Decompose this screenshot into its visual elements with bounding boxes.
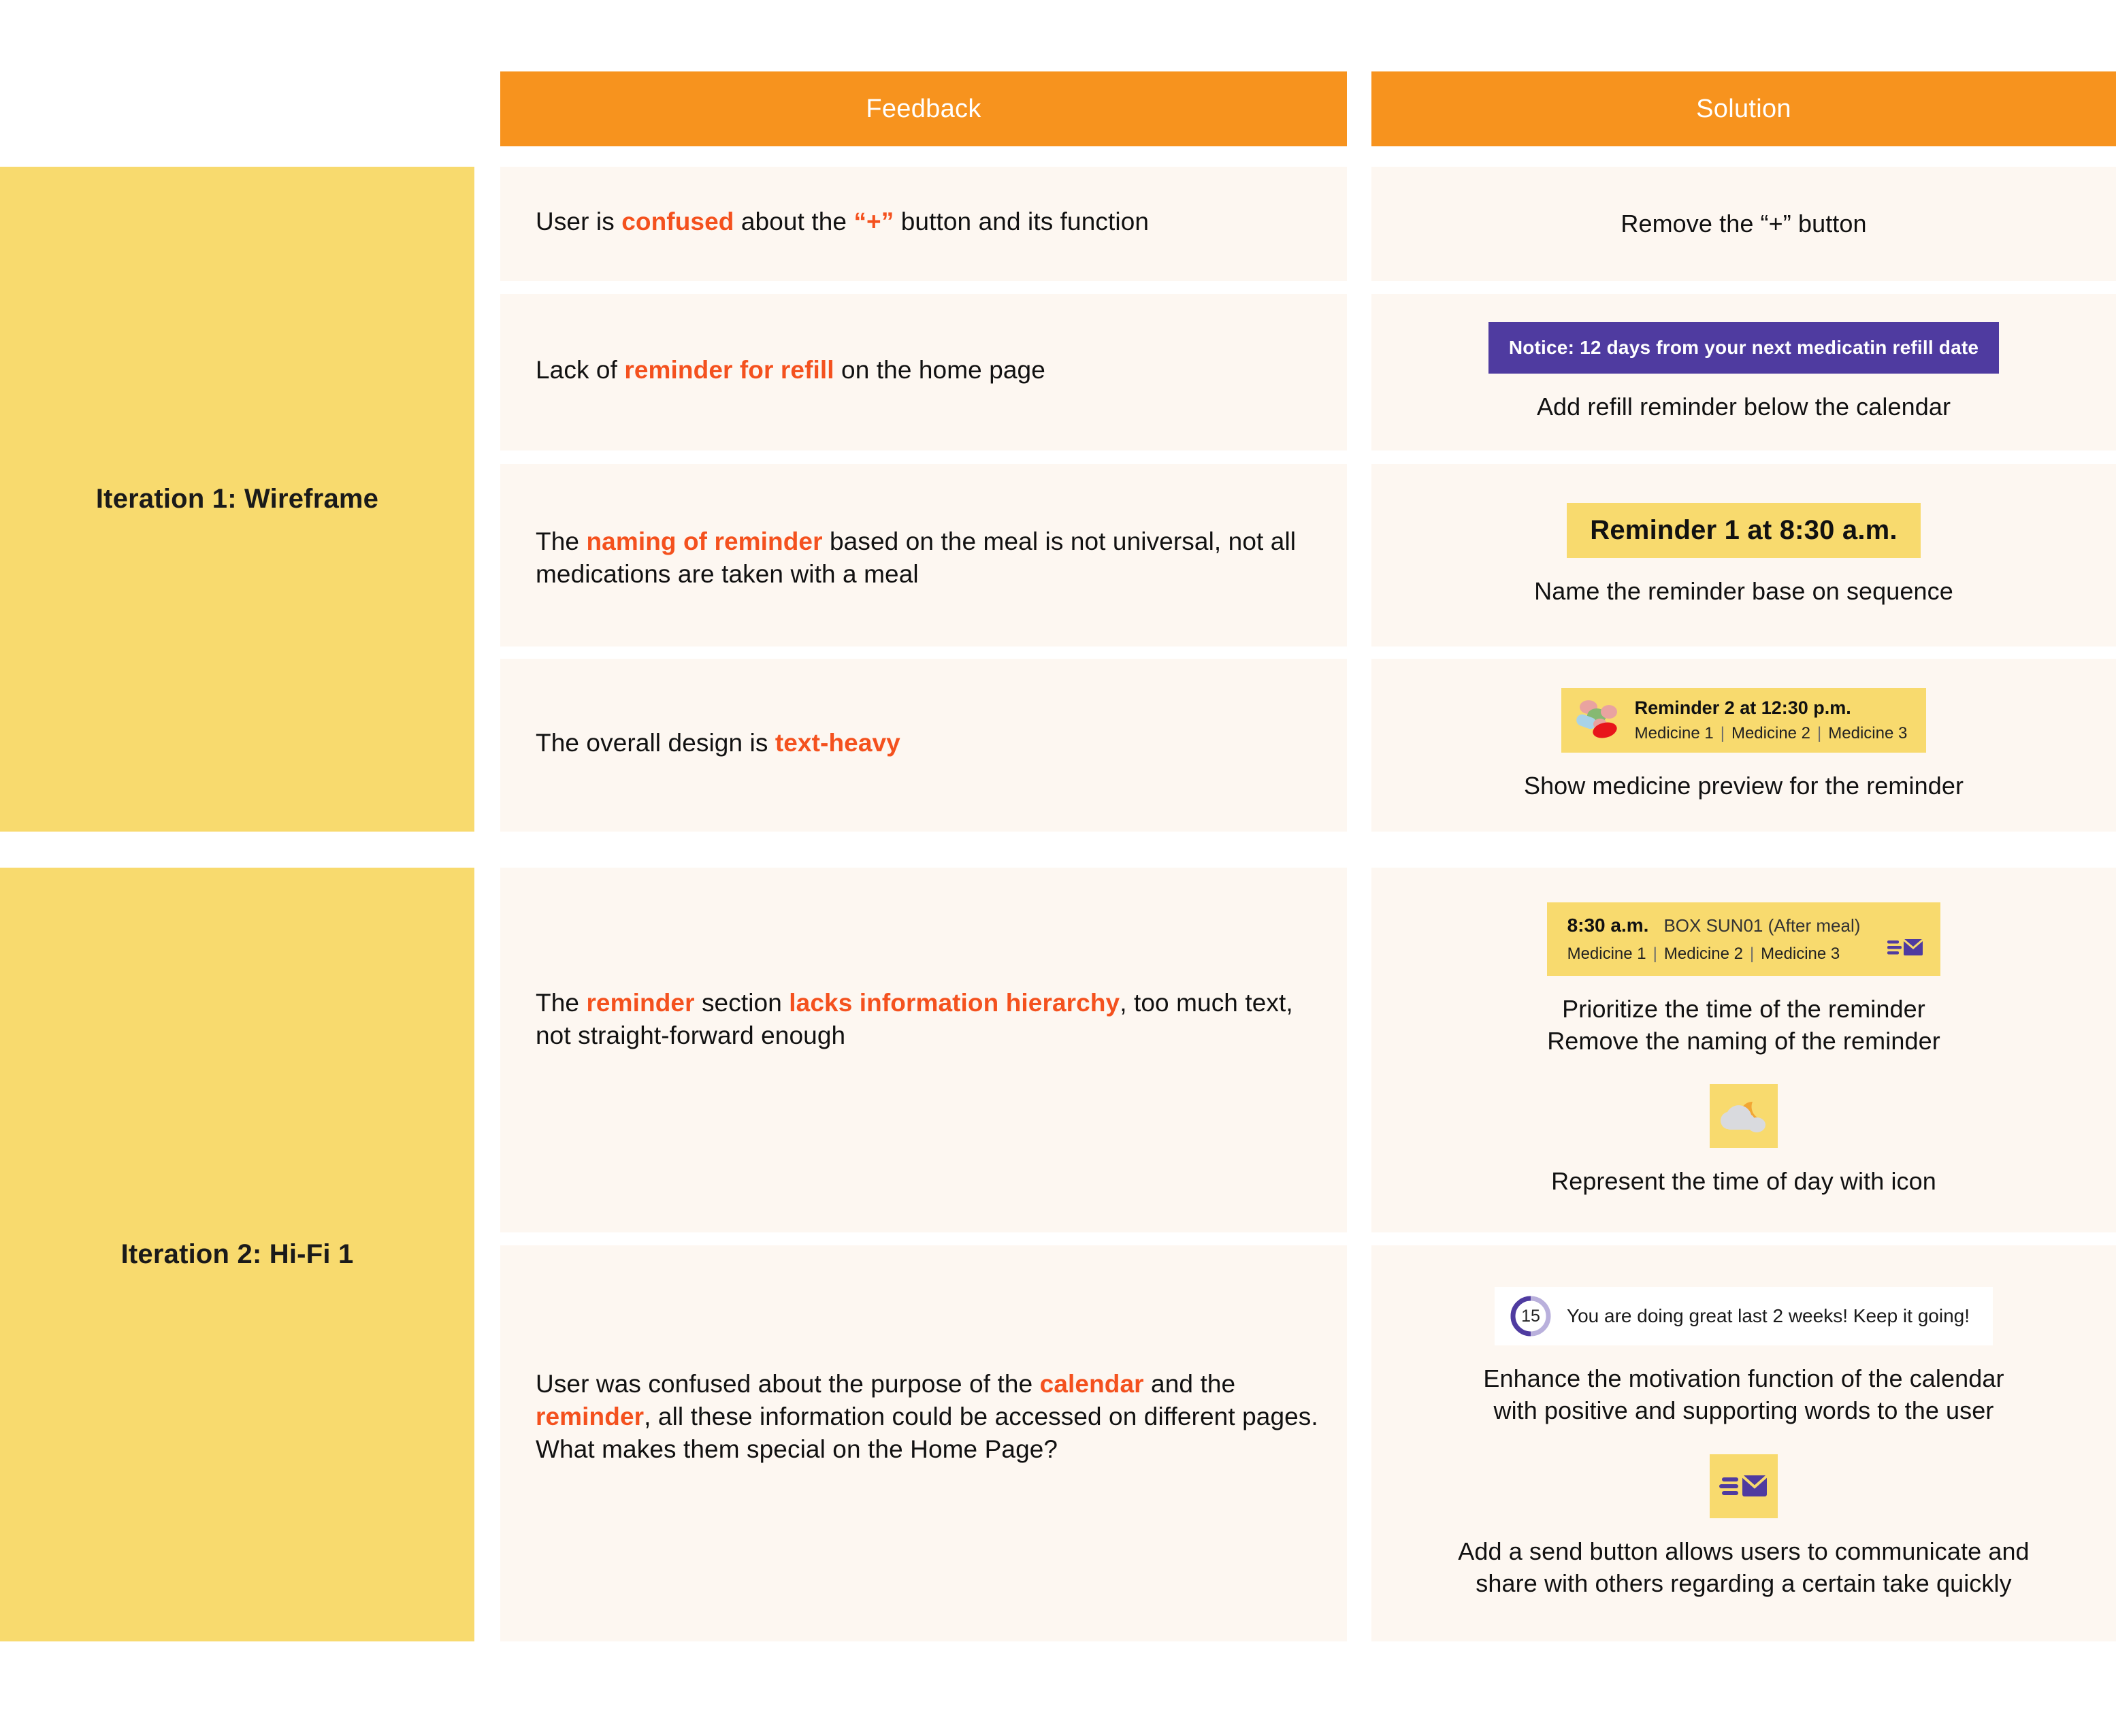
reminder-name-chip: Reminder 1 at 8:30 a.m. [1567, 503, 1921, 559]
feedback-text-6: User was confused about the purpose of t… [536, 1370, 1318, 1464]
solution-caption-1: Remove the “+” button [1621, 209, 1867, 238]
iteration-block-1: Iteration 1: Wireframe [0, 167, 474, 832]
reminder-box-card: 8:30 a.m. BOX SUN01 (After meal) Medicin… [1546, 902, 1941, 976]
feedback-text-3: The naming of reminder based on the meal… [536, 527, 1297, 589]
medicine-preview-card: Reminder 2 at 12:30 p.m. Medicine 1 | Medi… [1561, 688, 1927, 753]
solution-cell-5: 8:30 a.m. BOX SUN01 (After meal) Medicin… [1371, 868, 2116, 1232]
solution-caption-6b-line1: Add a send button allows users to commun… [1458, 1537, 2030, 1565]
box-card-medicine-list: Medicine 1 | Medicine 2 | Medicine 3 [1567, 944, 1840, 963]
iteration-label-2: Iteration 2: Hi-Fi 1 [120, 1239, 354, 1269]
feedback-text-1: User is confused about the “+” button an… [536, 208, 1150, 235]
send-button-icon-tile[interactable] [1710, 1454, 1778, 1518]
send-mail-icon[interactable] [1887, 936, 1924, 964]
column-header-solution-label: Solution [1696, 94, 1791, 123]
medicine-card-list: Medicine 1 | Medicine 2 | Medicine 3 [1634, 724, 1908, 743]
feedback-text-2: Lack of reminder for refill on the home … [536, 356, 1045, 384]
solution-caption-6-line2: with positive and supporting words to th… [1493, 1396, 1994, 1425]
feedback-cell-3: The naming of reminder based on the meal… [500, 464, 1347, 646]
feedback-cell-4: The overall design is text-heavy [500, 659, 1347, 832]
solution-caption-5b: Represent the time of day with icon [1551, 1167, 1936, 1196]
feedback-cell-1: User is confused about the “+” button an… [500, 167, 1347, 281]
feedback-cell-2: Lack of reminder for refill on the home … [500, 294, 1347, 451]
solution-cell-4: Reminder 2 at 12:30 p.m. Medicine 1 | Medi… [1371, 659, 2116, 832]
feedback-text-4: The overall design is text-heavy [536, 729, 900, 757]
refill-notice-banner: Notice: 12 days from your next medicatin… [1488, 321, 2000, 374]
cloud-moon-icon [1710, 1084, 1778, 1149]
medicine-card-title: Reminder 2 at 12:30 p.m. [1634, 698, 1851, 719]
column-header-feedback: Feedback [500, 71, 1347, 146]
solution-cell-2: Notice: 12 days from your next medicatin… [1371, 294, 2116, 451]
box-card-time: 8:30 a.m. [1567, 914, 1649, 936]
column-header-feedback-label: Feedback [866, 94, 981, 123]
motivation-banner: 15 You are doing great last 2 weeks! Kee… [1494, 1287, 1993, 1346]
solution-caption-4: Show medicine preview for the reminder [1523, 772, 1964, 800]
solution-caption-3: Name the reminder base on sequence [1534, 577, 1953, 606]
iteration-label-1: Iteration 1: Wireframe [95, 484, 379, 514]
solution-caption-6-line1: Enhance the motivation function of the c… [1483, 1364, 2004, 1393]
send-mail-icon [1719, 1475, 1768, 1496]
feedback-text-5: The reminder section lacks information h… [536, 989, 1293, 1050]
solution-caption-5-line2: Remove the naming of the reminder [1547, 1026, 1940, 1055]
feedback-cell-6: User was confused about the purpose of t… [500, 1245, 1347, 1641]
solution-cell-6: 15 You are doing great last 2 weeks! Kee… [1371, 1245, 2116, 1641]
solution-caption-6b-line2: share with others regarding a certain ta… [1476, 1569, 2012, 1597]
solution-caption-5-line1: Prioritize the time of the reminder [1562, 994, 1925, 1023]
streak-progress-ring: 15 [1510, 1295, 1552, 1337]
motivation-message: You are doing great last 2 weeks! Keep i… [1566, 1305, 1970, 1327]
solution-caption-2: Add refill reminder below the calendar [1536, 392, 1951, 421]
box-card-name: BOX SUN01 (After meal) [1663, 915, 1861, 936]
feedback-cell-5: The reminder section lacks information h… [500, 868, 1347, 1232]
iteration-block-2: Iteration 2: Hi-Fi 1 [0, 868, 474, 1641]
pills-icon [1575, 698, 1620, 742]
solution-cell-3: Reminder 1 at 8:30 a.m. Name the reminde… [1371, 464, 2116, 646]
streak-count: 15 [1521, 1306, 1540, 1326]
column-header-solution: Solution [1371, 71, 2116, 146]
solution-cell-1: Remove the “+” button [1371, 167, 2116, 281]
